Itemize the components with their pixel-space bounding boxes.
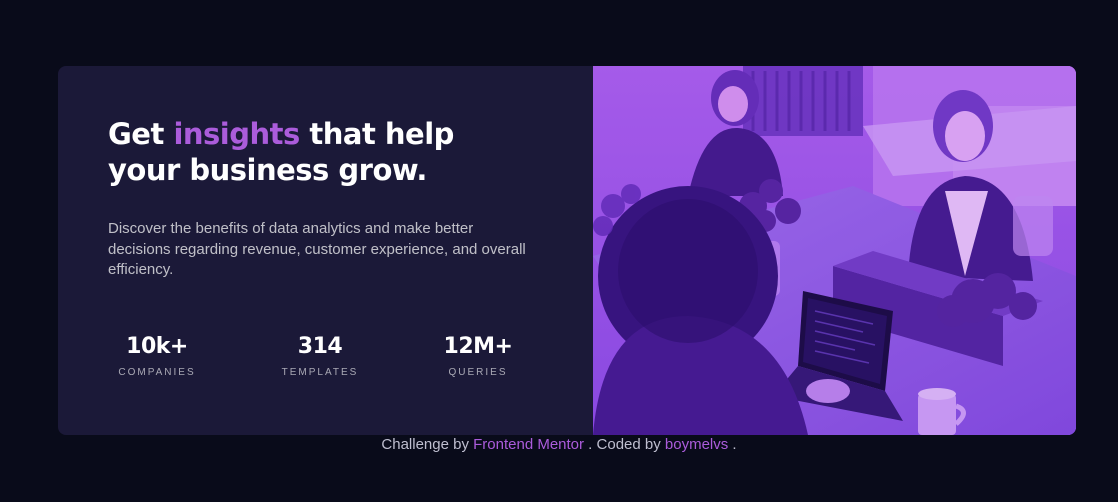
stat-label: COMPANIES: [118, 367, 196, 378]
stat-label: TEMPLATES: [281, 367, 359, 378]
stat-companies: 10k+ COMPANIES: [102, 334, 212, 378]
headline-accent: insights: [173, 117, 300, 151]
stats-row: 10k+ COMPANIES 314 TEMPLATES 12M+ QUERIE…: [102, 334, 532, 384]
footer-prefix: Challenge by: [381, 436, 474, 453]
headline: Get insights that help your business gro…: [108, 116, 528, 188]
office-photo-image: [593, 66, 1076, 435]
description: Discover the benefits of data analytics …: [108, 220, 526, 278]
stat-value: 10k+: [126, 334, 188, 359]
footer-middle: . Coded by: [584, 436, 665, 453]
stat-templates: 314 TEMPLATES: [265, 334, 375, 378]
attribution-footer: Challenge by Frontend Mentor . Coded by …: [0, 436, 1118, 453]
stat-value: 314: [297, 334, 343, 359]
stat-value: 12M+: [443, 334, 513, 359]
card-content: Get insights that help your business gro…: [58, 66, 593, 435]
stat-label: QUERIES: [448, 367, 508, 378]
author-link[interactable]: boymelvs: [665, 436, 728, 453]
stats-card: Get insights that help your business gro…: [58, 66, 1076, 435]
stat-queries: 12M+ QUERIES: [423, 334, 533, 378]
footer-suffix: .: [728, 436, 737, 453]
headline-before: Get: [108, 117, 174, 151]
frontend-mentor-link[interactable]: Frontend Mentor: [473, 436, 584, 453]
photo-tint-overlay: [593, 66, 1076, 435]
